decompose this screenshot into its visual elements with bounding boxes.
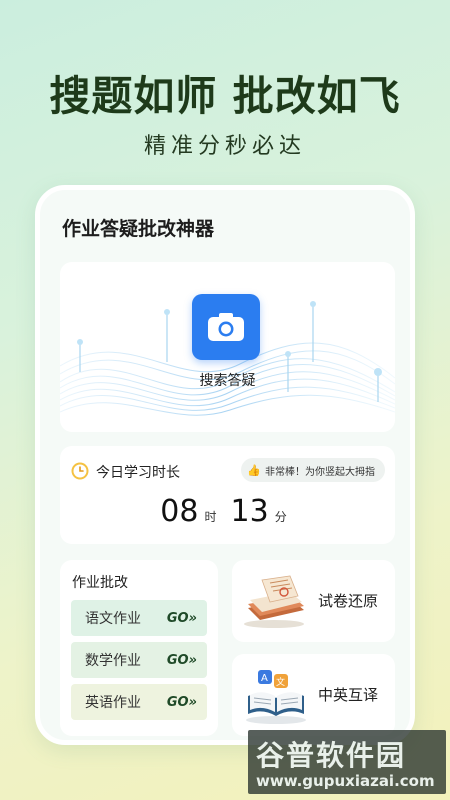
svg-text:A: A: [261, 673, 268, 684]
hours-unit: 时: [204, 510, 217, 524]
feature-label: 试卷还原: [318, 592, 379, 610]
minutes-value: 13: [230, 494, 269, 529]
go-button[interactable]: GO»: [167, 653, 197, 668]
feature-label: 中英互译: [318, 686, 379, 704]
watermark-title: 谷普软件园: [256, 739, 407, 772]
homework-item-math[interactable]: 数学作业 GO»: [71, 642, 207, 678]
homework-card: 作业批改 语文作业 GO» 数学作业 GO» 英语作业 GO»: [60, 560, 218, 736]
exam-papers-icon: [244, 575, 304, 628]
praise-badge: 👍 非常棒！为你竖起大拇指: [241, 458, 385, 482]
promo-subline: 精准分秒必达: [143, 134, 306, 159]
hours-value: 08: [160, 494, 199, 529]
homework-title: 作业批改: [72, 575, 128, 591]
search-card[interactable]: 搜索答疑: [60, 262, 395, 432]
homework-item-english[interactable]: 英语作业 GO»: [71, 684, 207, 720]
homework-item-label: 英语作业: [85, 695, 141, 711]
app-title: 作业答疑批改神器: [62, 218, 215, 240]
camera-button[interactable]: [192, 294, 260, 360]
homework-item-label: 数学作业: [85, 653, 141, 669]
thumbs-up-icon: 👍: [247, 463, 261, 477]
homework-item-chinese[interactable]: 语文作业 GO»: [71, 600, 207, 636]
homework-item-label: 语文作业: [85, 611, 141, 627]
search-label: 搜索答疑: [199, 373, 256, 389]
watermark-url: www.gupuxiazai.com: [256, 772, 435, 790]
study-time-value: 08 时 13 分: [60, 494, 395, 529]
svg-text:文: 文: [276, 676, 285, 688]
watermark: 谷普软件园 www.gupuxiazai.com: [248, 730, 446, 794]
translate-book-icon: A 文: [246, 670, 306, 724]
go-button[interactable]: GO»: [167, 611, 197, 626]
camera-icon: [208, 313, 244, 341]
praise-text: 非常棒！为你竖起大拇指: [265, 466, 375, 478]
feature-translate[interactable]: A 文 中英互译: [232, 654, 395, 736]
clock-icon: [71, 462, 89, 480]
feature-exam-restore[interactable]: 试卷还原: [232, 560, 395, 642]
minutes-unit: 分: [274, 510, 287, 524]
go-button[interactable]: GO»: [167, 695, 197, 710]
study-time-label: 今日学习时长: [96, 465, 180, 481]
app-screen: 作业答疑批改神器 搜索答疑 今日学习时长 👍 非常棒！为你竖起大拇指 08 时 …: [35, 185, 415, 745]
study-time-card: 今日学习时长 👍 非常棒！为你竖起大拇指 08 时 13 分: [60, 446, 395, 544]
promo-headline: 搜题如师 批改如飞: [49, 72, 401, 120]
